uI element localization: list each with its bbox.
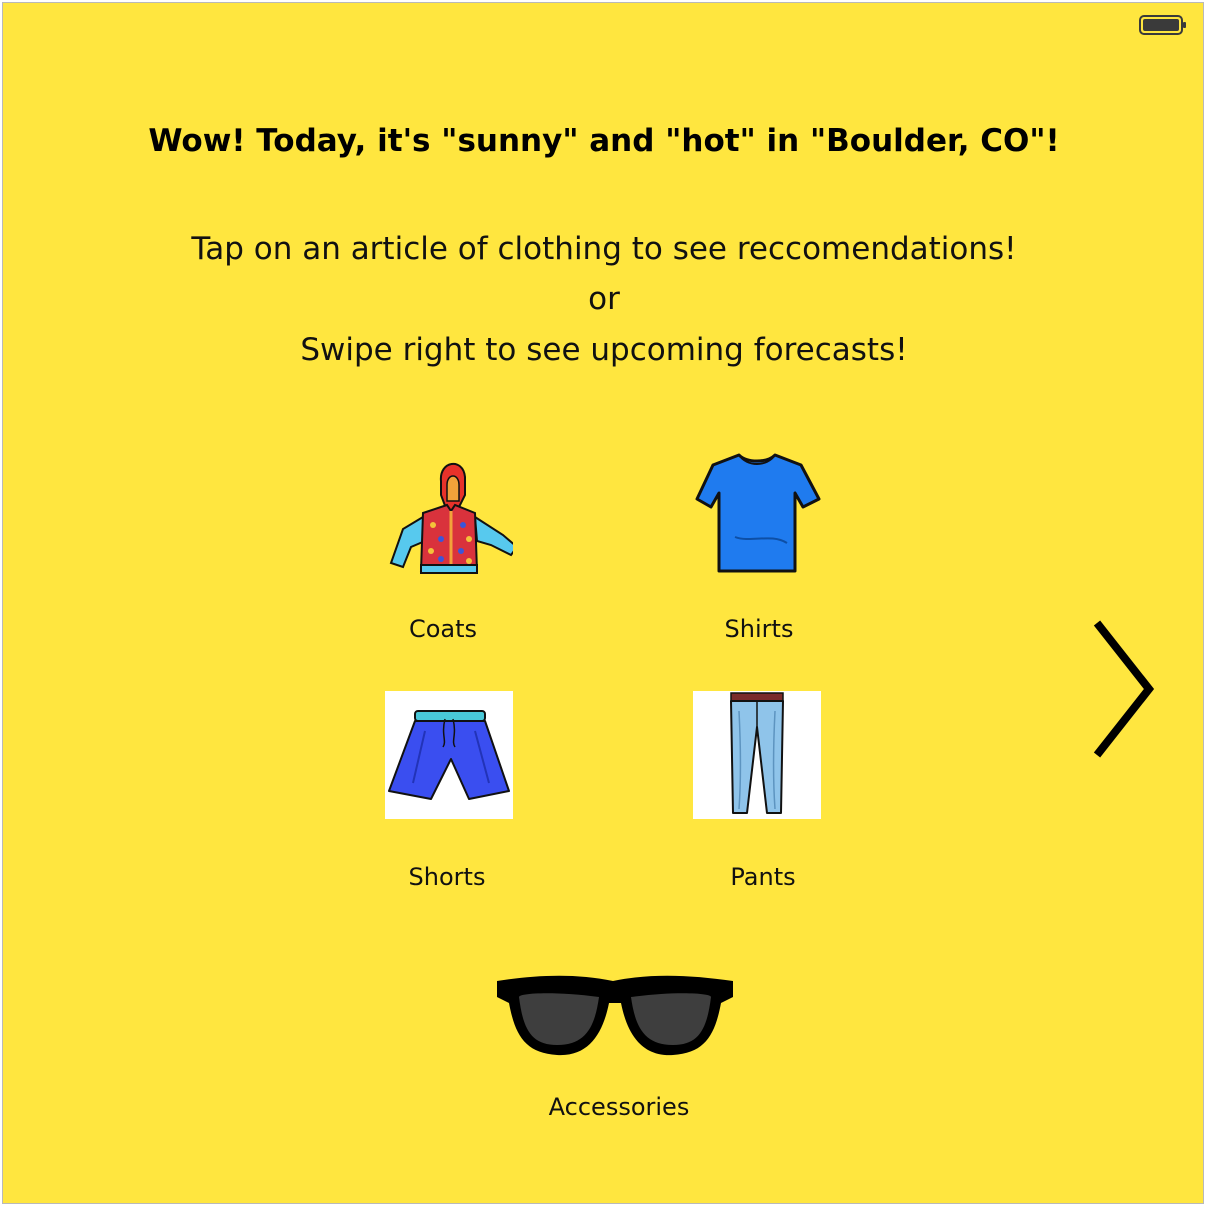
weather-headline: Wow! Today, it's "sunny" and "hot" in "B… (148, 123, 1060, 159)
jacket-icon[interactable] (385, 451, 513, 579)
instruction-swipe: Swipe right to see upcoming forecasts! (300, 332, 908, 368)
shorts-icon[interactable] (385, 691, 513, 819)
jeans-icon[interactable] (693, 691, 821, 819)
category-label-pants[interactable]: Pants (663, 863, 863, 891)
category-label-accessories[interactable]: Accessories (519, 1093, 719, 1121)
category-label-shorts[interactable]: Shorts (347, 863, 547, 891)
chevron-right-icon[interactable] (1085, 615, 1157, 763)
instruction-or: or (588, 281, 620, 317)
category-label-shirts[interactable]: Shirts (659, 615, 859, 643)
sunglasses-icon[interactable] (495, 973, 735, 1069)
app-screen: Wow! Today, it's "sunny" and "hot" in "B… (2, 2, 1204, 1204)
instruction-tap: Tap on an article of clothing to see rec… (191, 231, 1017, 267)
category-label-coats[interactable]: Coats (343, 615, 543, 643)
tshirt-icon[interactable] (695, 447, 823, 575)
battery-full-icon (1139, 15, 1186, 35)
